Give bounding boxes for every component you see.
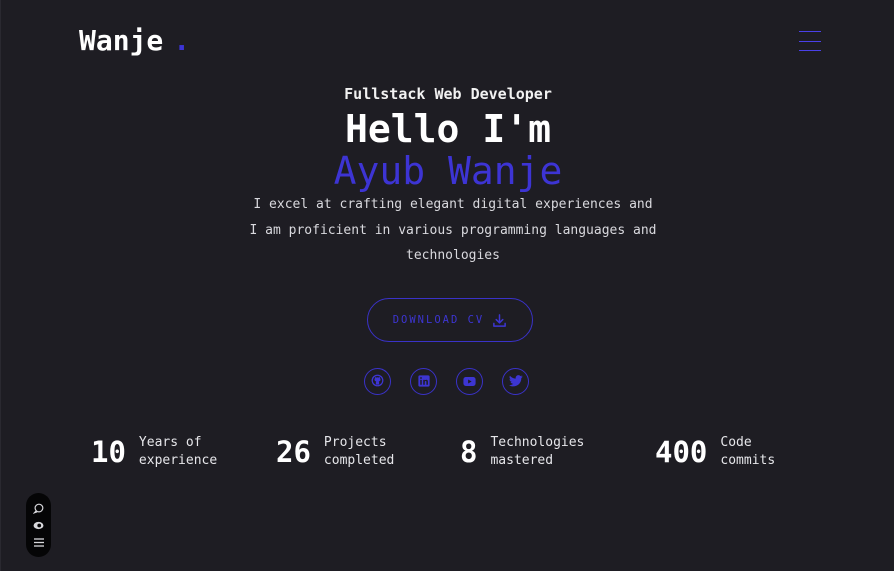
stat-label-line: Projects (323, 435, 387, 450)
logo-text: Wanje (79, 24, 164, 57)
stat-label-line: Technologies (490, 435, 585, 450)
portfolio-page: Wanje. Fullstack Web Developer Hello I'm… (0, 0, 894, 571)
stat-label: Code commits (720, 434, 810, 470)
stat-technologies: 8 Technologies mastered (460, 434, 585, 470)
stat-label-line: Code (720, 435, 752, 450)
stat-label: Years of experience (139, 434, 229, 470)
logo-dot: . (173, 24, 191, 57)
social-links (364, 368, 529, 395)
linkedin-icon (417, 372, 430, 391)
description-line: I excel at crafting elegant digital expe… (253, 197, 653, 212)
youtube-icon (463, 372, 476, 391)
stat-value: 8 (460, 435, 478, 469)
stat-projects: 26 Projects completed (276, 434, 414, 470)
hero-greeting: Hello I'm (345, 107, 551, 151)
stat-value: 10 (91, 435, 126, 469)
stat-label: Technologies mastered (490, 434, 585, 470)
download-cv-label: DOWNLOAD CV (392, 314, 485, 326)
hamburger-icon[interactable] (799, 30, 821, 52)
stat-commits: 400 Code commits (655, 434, 810, 470)
hero-description: I excel at crafting elegant digital expe… (248, 192, 658, 269)
github-icon (371, 372, 384, 391)
stat-label-line: Years of (138, 435, 202, 450)
github-link[interactable] (364, 368, 391, 395)
linkedin-link[interactable] (410, 368, 437, 395)
download-cv-button[interactable]: DOWNLOAD CV (367, 298, 533, 342)
floating-toolbar (26, 493, 51, 557)
twitter-link[interactable] (502, 368, 529, 395)
stat-value: 400 (655, 435, 708, 469)
stat-label-line: completed (323, 453, 395, 468)
stat-value: 26 (276, 435, 311, 469)
comment-icon[interactable] (33, 502, 45, 514)
download-icon (492, 313, 507, 328)
stat-years: 10 Years of experience (91, 434, 229, 470)
site-logo[interactable]: Wanje. (79, 24, 190, 58)
description-line: technologies (406, 248, 500, 263)
stat-label-line: experience (138, 453, 218, 468)
stat-label: Projects completed (324, 434, 414, 470)
youtube-link[interactable] (456, 368, 483, 395)
menu-lines-icon[interactable] (33, 536, 45, 548)
hero-name: Ayub Wanje (333, 149, 563, 193)
stat-label-line: mastered (490, 453, 554, 468)
description-line: I am proficient in various programming l… (249, 222, 657, 238)
stat-label-line: commits (720, 453, 776, 468)
hero-subtitle: Fullstack Web Developer (344, 85, 552, 103)
eye-icon[interactable] (33, 519, 45, 531)
twitter-icon (508, 372, 523, 391)
